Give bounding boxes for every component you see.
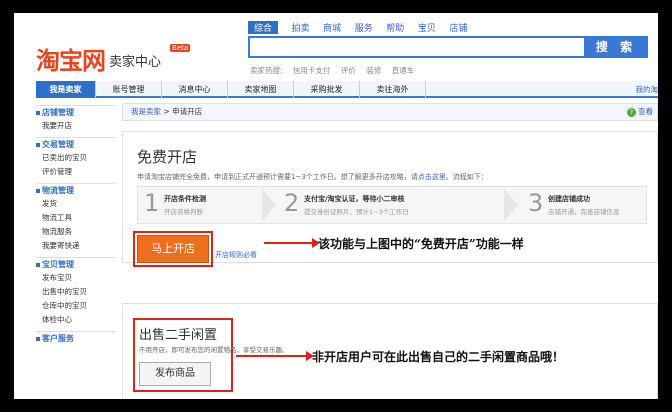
sidebar-section-trade[interactable]: 交易管理 — [36, 137, 116, 151]
step-desc: 店铺开通，完善店铺信息 — [548, 208, 620, 216]
step-2: 2 支付宝/淘宝认证，等待小二审核 提交身份证照片，预计1~3个工作日 — [278, 187, 518, 223]
step-desc: 提交身份证照片，预计1~3个工作日 — [304, 208, 409, 216]
sidebar-item-health-check[interactable]: 体检中心 — [36, 313, 116, 327]
search-tab-service[interactable]: 服务 — [355, 21, 373, 34]
step-number: 2 — [284, 189, 300, 217]
step-title: 支付宝/淘宝认证，等待小二审核 — [304, 195, 405, 203]
nav-tab-messages[interactable]: 消息中心 — [162, 81, 228, 98]
hot-term-credit-card[interactable]: 信用卡支付 — [293, 66, 331, 75]
hot-term-decoration[interactable]: 装修 — [366, 66, 381, 75]
nav-tab-wholesale[interactable]: 采购批发 — [294, 81, 360, 98]
sidebar-item-sold[interactable]: 已卖出的宝贝 — [36, 151, 116, 165]
guide-link[interactable]: 点击这里 — [418, 173, 446, 181]
search-tab-shop[interactable]: 店铺 — [449, 21, 467, 34]
search-tab-all[interactable]: 综合 — [248, 21, 279, 34]
search-tab-help[interactable]: 帮助 — [386, 21, 404, 34]
help-link[interactable]: ? 查看 — [627, 104, 653, 120]
breadcrumb: 我是卖家 > 申请开店 ? 查看 — [122, 103, 658, 121]
beta-badge: Beta — [170, 44, 191, 52]
free-store-title: 免费开店 — [137, 148, 198, 166]
main-nav: 我是卖家 账号管理 消息中心 卖家地图 采购批发 卖往海外 我的淘 — [36, 81, 658, 98]
publish-item-button[interactable]: 发布商品 — [139, 362, 211, 386]
sidebar-item-logistics-service[interactable]: 物流服务 — [36, 225, 116, 239]
annotation-1: 该功能与上图中的“免费开店”功能一样 — [318, 237, 524, 251]
open-store-button[interactable]: 马上开店 — [137, 235, 209, 263]
annotation-arrow-icon — [236, 351, 314, 361]
sidebar-item-publish[interactable]: 发布宝贝 — [36, 271, 116, 285]
idle-sale-title: 出售二手闲置 — [139, 328, 218, 343]
step-number: 1 — [144, 189, 160, 217]
nav-tab-seller[interactable]: 我是卖家 — [36, 81, 96, 98]
nav-my-taobao[interactable]: 我的淘 — [636, 81, 659, 98]
sidebar-item-on-sale[interactable]: 出售中的宝贝 — [36, 285, 116, 299]
section-bullet-icon — [36, 336, 40, 341]
step-title: 开店条件检测 — [164, 195, 206, 203]
store-rules-link[interactable]: 开店规则必看 — [215, 250, 257, 260]
nav-tab-overseas[interactable]: 卖往海外 — [360, 81, 426, 98]
brand-text: 淘宝网 — [36, 46, 106, 75]
sidebar-section-logistics[interactable]: 物流管理 — [36, 183, 116, 197]
search-tab-item[interactable]: 宝贝 — [418, 21, 436, 34]
step-3: 3 创建店铺成功 店铺开通，完善店铺信息 — [522, 187, 648, 223]
free-store-desc: 申请淘宝店铺完全免费，申请到正式开通预计需要1~3个工作日。想了解更多开店攻略，… — [137, 173, 488, 181]
search-tab-auction[interactable]: 拍卖 — [292, 21, 310, 34]
section-bullet-icon — [36, 188, 40, 193]
search-input[interactable]: 搜 索 — [248, 36, 648, 58]
section-bullet-icon — [36, 110, 40, 115]
annotation-arrow-icon — [264, 238, 320, 248]
search-button[interactable]: 搜 索 — [584, 36, 648, 58]
help-icon: ? — [627, 108, 636, 117]
sidebar-item-send-express[interactable]: 我要寄快递 — [36, 239, 116, 253]
sidebar-item-logistics-tools[interactable]: 物流工具 — [36, 211, 116, 225]
step-arrow-icon — [504, 189, 518, 221]
seller-center-label: 卖家中心 — [109, 55, 162, 70]
breadcrumb-root[interactable]: 我是卖家 — [131, 107, 161, 116]
hot-term-ztc[interactable]: 直通车 — [392, 66, 415, 75]
annotation-2: 非开店用户可在此出售自己的二手闲置商品哦！ — [312, 350, 565, 364]
sidebar-item-open-store[interactable]: 我要开店 — [36, 119, 116, 133]
hot-term-review[interactable]: 评价 — [341, 66, 356, 75]
hot-search: 卖家热搜: 信用卡支付 评价 装修 直通车 — [250, 65, 422, 76]
breadcrumb-current: 申请开店 — [172, 107, 203, 116]
step-1: 1 开店条件检测 开店资格判断 — [138, 187, 288, 223]
nav-tab-seller-map[interactable]: 卖家地图 — [228, 81, 294, 98]
sidebar-item-warehouse[interactable]: 仓库中的宝贝 — [36, 299, 116, 313]
sidebar: 店铺管理 我要开店 交易管理 已卖出的宝贝 评价管理 物流管理 发货 物流工具 … — [36, 101, 116, 399]
step-arrow-icon — [262, 189, 276, 221]
step-desc: 开店资格判断 — [164, 208, 203, 216]
sidebar-section-items[interactable]: 宝贝管理 — [36, 257, 116, 271]
screenshot-frame: 淘宝网 卖家中心 Beta 综合 拍卖 商城 服务 帮助 宝贝 店铺 搜 索 卖… — [14, 13, 658, 399]
section-bullet-icon — [36, 142, 40, 147]
sidebar-section-customer[interactable]: 客户服务 — [36, 331, 116, 345]
process-steps: 1 开店条件检测 开店资格判断 2 支付宝/淘宝认证，等待小二审核 提交身份证照… — [137, 186, 647, 224]
nav-tab-account[interactable]: 账号管理 — [96, 81, 162, 98]
taobao-logo[interactable]: 淘宝网 卖家中心 Beta — [36, 37, 191, 77]
sidebar-section-store[interactable]: 店铺管理 — [36, 105, 116, 119]
step-number: 3 — [528, 189, 544, 217]
hot-search-label: 卖家热搜: — [250, 66, 283, 75]
step-title: 创建店铺成功 — [548, 195, 590, 203]
section-bullet-icon — [36, 262, 40, 267]
idle-sale-desc: 不用开店，即可发布您的闲置物品，享受交易乐趣。 — [139, 346, 289, 354]
breadcrumb-sep: > — [163, 107, 170, 116]
sidebar-item-reviews[interactable]: 评价管理 — [36, 165, 116, 179]
sidebar-item-ship[interactable]: 发货 — [36, 197, 116, 211]
search-tabs: 综合 拍卖 商城 服务 帮助 宝贝 店铺 — [248, 21, 478, 35]
search-tab-mall[interactable]: 商城 — [323, 21, 341, 34]
